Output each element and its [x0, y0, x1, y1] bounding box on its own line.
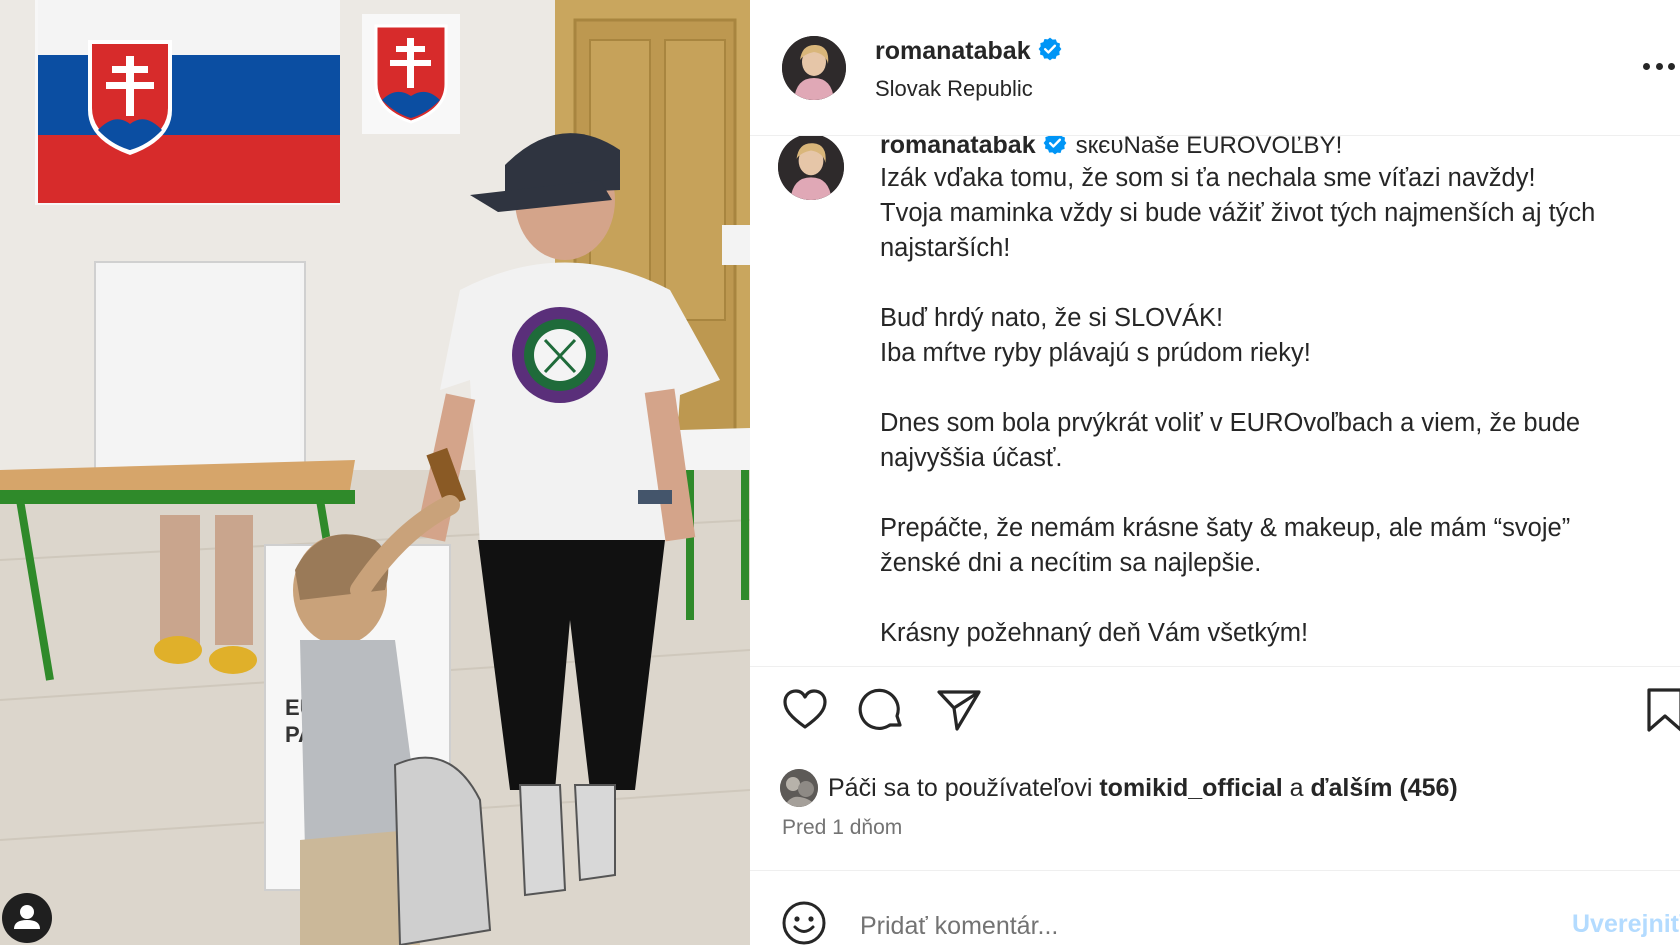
caption-line: Krásny požehnaný deň Vám všetkým!: [880, 619, 1309, 647]
emoji-button[interactable]: [781, 900, 827, 945]
more-horizontal-icon-dot: [1655, 62, 1663, 70]
comment-bar: Uverejniť: [750, 870, 1680, 945]
bookmark-icon: [1647, 688, 1680, 732]
comment-icon: [858, 688, 902, 730]
send-icon: [937, 690, 981, 731]
likes-prefix: Páči sa to používateľovi: [828, 773, 1093, 802]
caption-avatar-image: [778, 136, 844, 200]
liker-avatar[interactable]: [780, 769, 818, 807]
caption-line: najstarších!: [880, 234, 1011, 262]
like-button[interactable]: [781, 686, 831, 736]
comment-input[interactable]: [860, 906, 1500, 945]
post-comment-button[interactable]: Uverejniť: [1572, 910, 1680, 939]
caption-line: Dnes som bola prvýkrát voliť v EUROvoľba…: [880, 409, 1581, 437]
verified-badge-icon: [1038, 37, 1061, 61]
post-location[interactable]: Slovak Republic: [875, 76, 1033, 102]
likes-joiner: a: [1289, 773, 1304, 802]
post-panel: romanatabak Slovak Republic romanatabak: [750, 0, 1680, 945]
caption-line: najvyššia účasť.: [880, 444, 1063, 472]
verified-badge-icon: [1043, 136, 1066, 155]
user-tag-icon: [14, 905, 40, 929]
post-photo[interactable]: EU PAI: [0, 0, 750, 945]
tagged-users-button[interactable]: [2, 893, 52, 943]
caption-line: Iba mŕtve ryby plávajú s prúdom rieky!: [880, 339, 1311, 367]
save-button[interactable]: [1645, 686, 1680, 736]
author-avatar-image: [782, 36, 846, 100]
emoji-icon: [782, 901, 826, 945]
caption-username[interactable]: romanatabak: [880, 136, 1036, 159]
heart-icon: [783, 689, 827, 729]
more-options-button[interactable]: [1643, 46, 1675, 86]
actions-divider: [750, 666, 1680, 667]
caption-first-line: romanatabak sкєᴜNaše EUROVOĽBY!: [880, 136, 1342, 160]
caption-text-start: sкєᴜNaše EUROVOĽBY!: [1075, 136, 1343, 159]
likes-summary: Páči sa to používateľovi tomikid_officia…: [780, 768, 1458, 808]
more-horizontal-icon: [1643, 62, 1650, 70]
post-header: romanatabak Slovak Republic: [750, 0, 1680, 136]
share-button[interactable]: [935, 686, 985, 736]
caption-line: ženské dni a necítim sa najlepšie.: [880, 549, 1262, 577]
author-avatar[interactable]: [782, 36, 846, 100]
comment-button[interactable]: [858, 686, 908, 736]
caption-line: Tvoja maminka vždy si bude vážiť život t…: [880, 199, 1596, 227]
likes-count-link[interactable]: ďalším (456): [1311, 774, 1458, 803]
caption-line: Izák vďaka tomu, že som si ťa nechala sm…: [880, 164, 1536, 192]
author-username-text[interactable]: romanatabak: [875, 37, 1031, 65]
post-actions: [750, 686, 1680, 746]
caption-author-avatar[interactable]: [778, 136, 844, 200]
post-photo-image: EU PAI: [0, 0, 750, 945]
caption-section: romanatabak sкєᴜNaše EUROVOĽBY! Izák vďa…: [750, 136, 1680, 666]
liker-username[interactable]: tomikid_official: [1099, 774, 1282, 803]
more-horizontal-icon-dot: [1668, 62, 1675, 70]
post-timestamp[interactable]: Pred 1 dňom: [782, 816, 902, 840]
caption-line: Buď hrdý nato, že si SLOVÁK!: [880, 304, 1224, 332]
author-username[interactable]: romanatabak: [875, 36, 1063, 66]
liker-avatar-image: [780, 769, 818, 807]
caption-line: Prepáčte, že nemám krásne šaty & makeup,…: [880, 514, 1571, 542]
